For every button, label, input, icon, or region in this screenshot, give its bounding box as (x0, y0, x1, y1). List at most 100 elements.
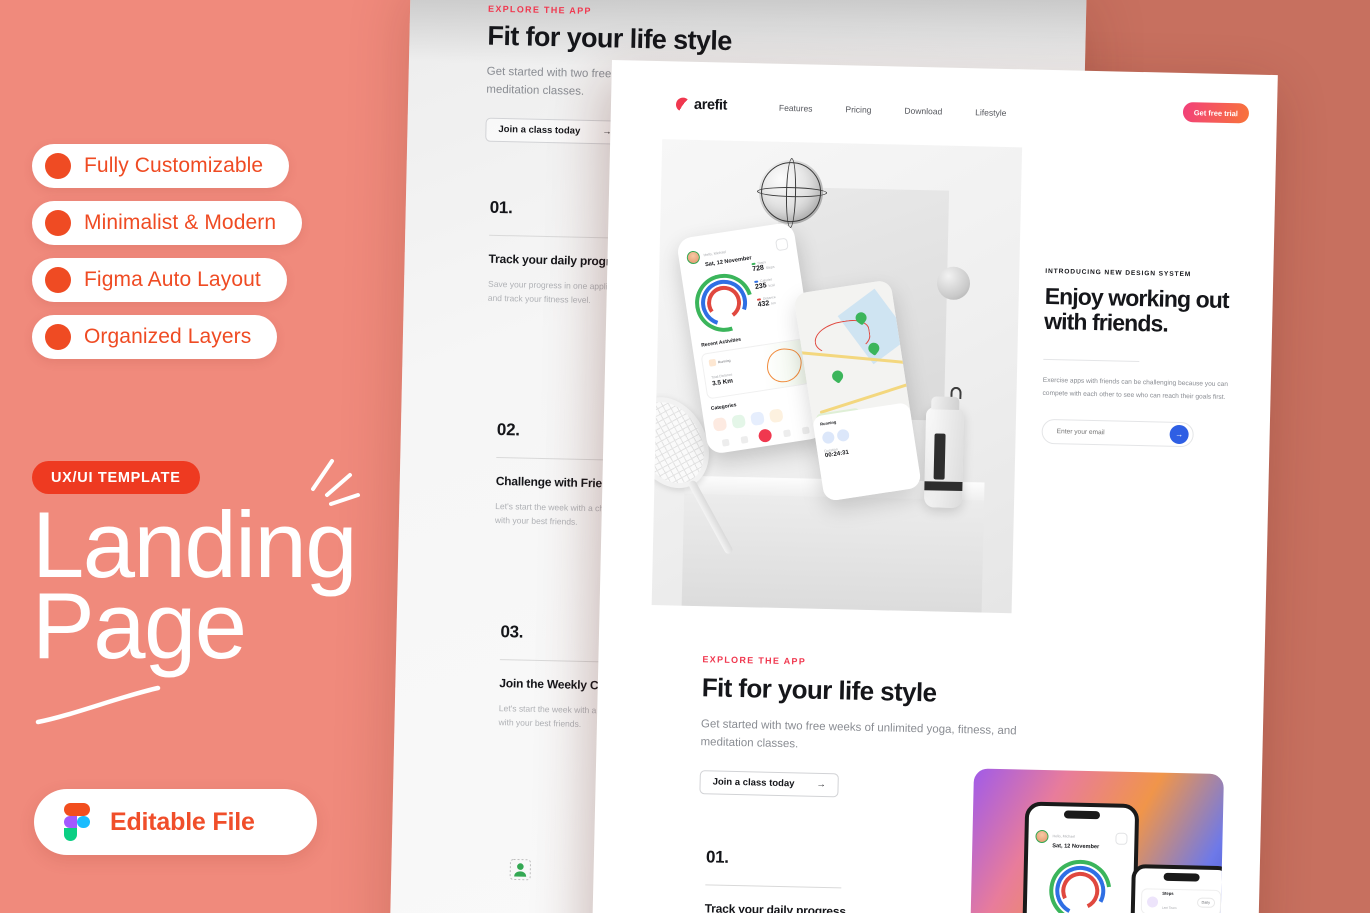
tab-chat-icon[interactable] (783, 429, 792, 438)
feature-label: Minimalist & Modern (84, 211, 277, 234)
editable-file-label: Editable File (110, 807, 255, 836)
shaker-bottle-icon (923, 386, 965, 509)
promo-panel: Fully Customizable Minimalist & Modern F… (0, 0, 466, 913)
stat-unit: Steps (765, 264, 775, 271)
gradient-showcase-card: Hello, Michael Sat, 12 November Steps La… (969, 768, 1224, 913)
stat-value: 432 (757, 300, 770, 309)
front-feature-item-1: 01. Track your daily progress (705, 847, 857, 913)
showcase-phone-large: Hello, Michael Sat, 12 November (1020, 801, 1140, 913)
period-dropdown[interactable]: Daily (1196, 897, 1216, 908)
bullet-dot-icon (45, 324, 71, 350)
front-heading: Fit for your life style (701, 672, 937, 708)
brand-logo[interactable]: arefit (675, 96, 727, 114)
front-eyebrow: EXPLORE THE APP (702, 654, 807, 667)
moon-logo-icon (675, 97, 691, 112)
nav-links: Features Pricing Download Lifestyle (779, 103, 1007, 118)
map-pin-icon[interactable] (829, 368, 846, 384)
stat-value: 728 (751, 264, 765, 274)
swoosh-decoration-icon (35, 685, 161, 725)
item-number: 01. (705, 847, 729, 867)
copy-body: Exercise apps with friends can be challe… (1042, 376, 1228, 402)
activity-type: Running (717, 358, 731, 364)
front-join-class-button[interactable]: Join a class today → (699, 769, 840, 797)
greeting-text: Hello, Michael (703, 249, 727, 258)
map-bottom-sheet: Running Duration 00:24:31 (811, 402, 922, 502)
date-text: Sat, 12 November (704, 255, 753, 269)
avatar (821, 430, 836, 445)
nav-item-pricing[interactable]: Pricing (845, 104, 871, 115)
calendar-icon[interactable] (774, 237, 789, 251)
email-signup-form[interactable]: → (1041, 418, 1194, 447)
stat-unit: kcal (768, 283, 775, 288)
tab-settings-icon[interactable] (801, 426, 810, 435)
back-cta-label: Join a class today (498, 124, 581, 137)
front-subtext: Get started with two free weeks of unlim… (700, 718, 1017, 751)
feature-pill-3: Figma Auto Layout (32, 258, 287, 302)
nav-item-lifestyle[interactable]: Lifestyle (975, 107, 1006, 118)
showcase-phone-small: Steps Last Team Daily Today Sat, 12 Nove… (1128, 864, 1224, 913)
calendar-icon[interactable] (1115, 832, 1128, 845)
stat-calories: Calories 235 kcal (754, 274, 795, 291)
promo-title-line2: Page (32, 572, 247, 678)
email-input[interactable] (1056, 427, 1170, 438)
steps-icon (1146, 895, 1159, 908)
phone-header: Hello, Michael Sat, 12 November (1028, 818, 1135, 851)
site-navbar: arefit Features Pricing Download Lifesty… (610, 86, 1277, 143)
activity-card[interactable]: Running Total Distance 3.5 Km (700, 338, 811, 400)
category-icon[interactable] (712, 416, 728, 432)
presence-avatar-icon (509, 858, 532, 885)
route-path-icon (765, 346, 804, 385)
steps-label: Steps (1162, 890, 1174, 896)
bullet-dot-icon (45, 153, 71, 179)
divider (1043, 358, 1140, 362)
running-icon (708, 358, 717, 367)
editable-file-badge: Editable File (34, 789, 317, 855)
category-icon[interactable] (750, 411, 765, 427)
back-heading: Fit for your life style (487, 20, 733, 57)
category-icon[interactable] (731, 414, 747, 429)
stat-unit: km (771, 301, 777, 306)
template-badge: UX/UI TEMPLATE (32, 461, 200, 494)
feature-pill-2: Minimalist & Modern (32, 201, 303, 245)
avatar (836, 428, 850, 443)
feature-label: Organized Layers (84, 325, 252, 348)
item-title: Track your daily progress (704, 901, 846, 913)
stats-list: Steps 728 Steps Calories 235 kcal Distan… (751, 256, 799, 315)
intro-copy-block: INTRODUCING NEW DESIGN SYSTEM Enjoy work… (1041, 268, 1231, 448)
feature-pill-1: Fully Customizable (32, 144, 290, 188)
divider (705, 884, 842, 889)
foreground-landing-mockup: arefit Features Pricing Download Lifesty… (591, 60, 1278, 913)
steps-sub: Last Team (1161, 905, 1177, 910)
tennis-ball-icon (936, 266, 971, 301)
activity-rings-chart (684, 263, 764, 342)
category-icon[interactable] (768, 408, 784, 424)
bullet-dot-icon (45, 210, 71, 236)
arrow-right-icon: → (816, 778, 827, 791)
figma-logo-icon (64, 803, 90, 841)
nav-item-features[interactable]: Features (779, 103, 813, 114)
copy-heading: Enjoy working out with friends. (1043, 283, 1231, 339)
avatar (1035, 829, 1049, 844)
promo-title: Landing Page (32, 498, 432, 678)
activity-rings-chart (1036, 847, 1124, 913)
submit-arrow-button[interactable]: → (1169, 424, 1189, 444)
date-text: Sat, 12 November (1052, 843, 1100, 851)
steps-card[interactable]: Steps Last Team Daily (1140, 888, 1222, 913)
stat-distance: Distance 432 km (756, 292, 798, 309)
greeting-text: Hello, Michael (1052, 834, 1076, 839)
copy-eyebrow: INTRODUCING NEW DESIGN SYSTEM (1045, 267, 1192, 279)
bullet-dot-icon (45, 267, 71, 293)
tab-play-icon[interactable] (758, 428, 774, 443)
front-cta-label: Join a class today (712, 776, 795, 790)
back-join-class-button[interactable]: Join a class today → (485, 117, 626, 145)
tab-home-icon[interactable] (721, 438, 730, 447)
divider (489, 234, 626, 239)
feature-pill-4: Organized Layers (32, 315, 278, 359)
get-free-trial-button[interactable]: Get free trial (1182, 101, 1250, 124)
nav-item-download[interactable]: Download (904, 106, 942, 117)
feature-label: Figma Auto Layout (84, 268, 261, 291)
copy-heading-line2: with friends. (1043, 308, 1169, 337)
stat-value: 235 (754, 282, 768, 291)
phone-notch (1163, 872, 1200, 882)
tab-stats-icon[interactable] (740, 435, 749, 444)
